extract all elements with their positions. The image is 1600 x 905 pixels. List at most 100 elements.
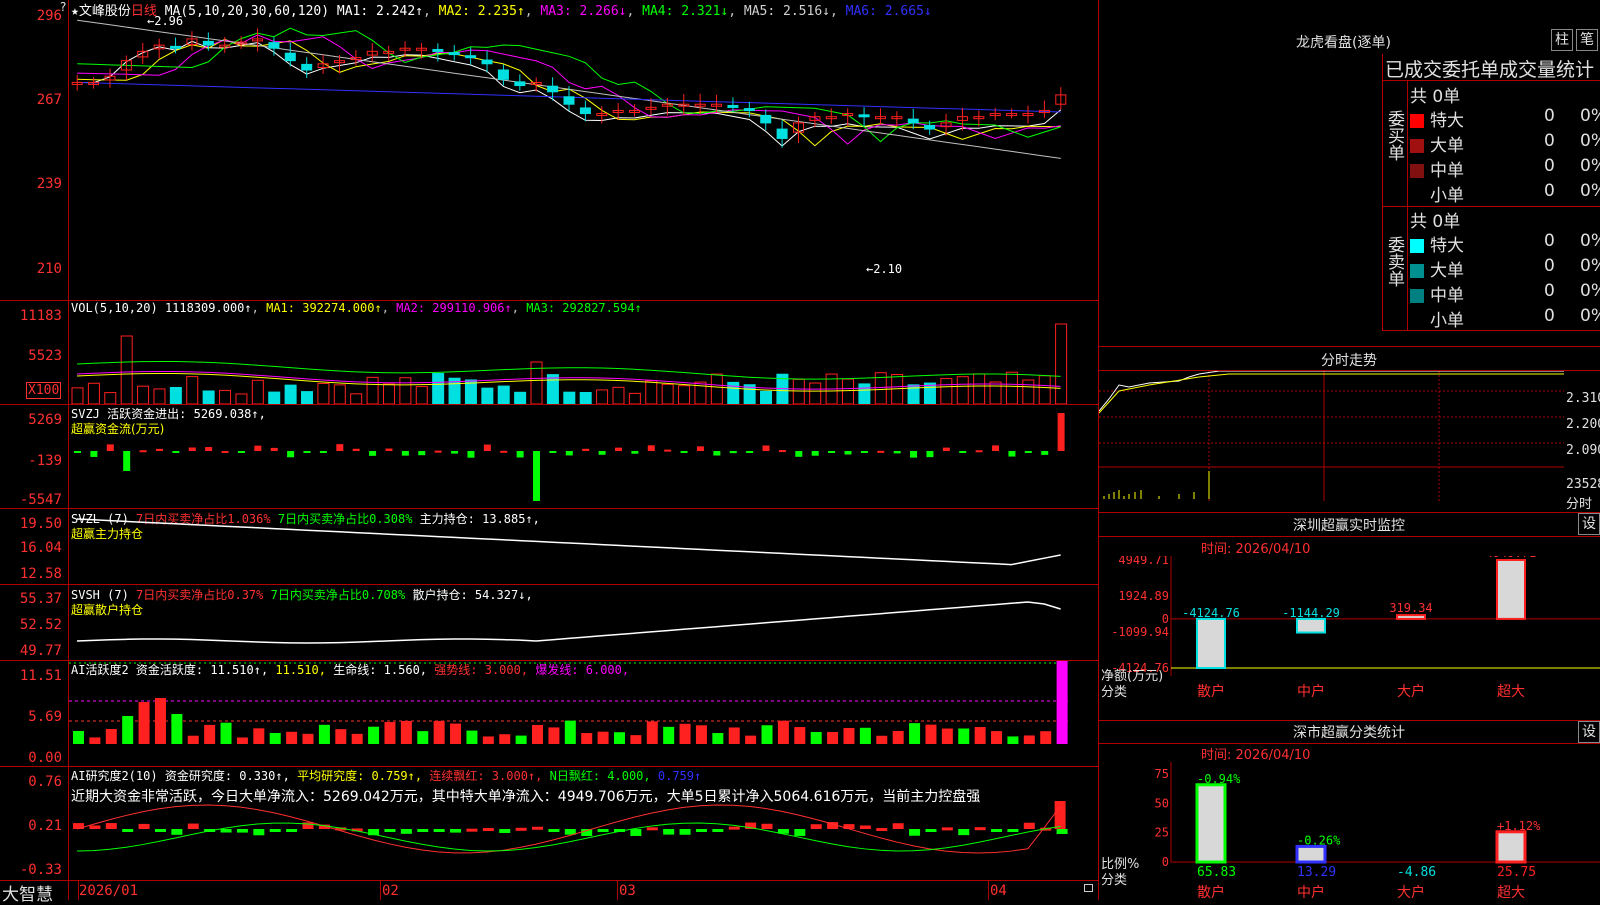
research-bar	[515, 827, 527, 831]
candle-body	[743, 108, 755, 112]
volume-bar	[301, 391, 314, 404]
volume-chart[interactable]	[69, 314, 1098, 404]
svzj-axis-label: 5269	[28, 412, 62, 428]
order-count: 0	[1544, 306, 1555, 326]
volume-bar	[169, 386, 182, 404]
candle-body	[776, 128, 788, 139]
flow-bar	[533, 451, 541, 501]
order-pct: 0%	[1580, 231, 1600, 251]
research-chart[interactable]	[69, 767, 1098, 880]
order-count: 0	[1544, 256, 1555, 276]
active-bar	[581, 733, 593, 744]
active-bar	[532, 724, 544, 744]
candle-body	[170, 45, 182, 49]
szmon-settings-button[interactable]: 设	[1578, 513, 1600, 535]
volume-bar	[612, 386, 625, 404]
flow-bar	[500, 450, 508, 453]
research-bar	[843, 824, 855, 829]
flow-bar	[680, 451, 688, 453]
flow-bar	[1057, 413, 1065, 451]
research-bar	[122, 829, 134, 832]
svzl-chart[interactable]	[69, 509, 1098, 584]
flow-bar	[614, 447, 622, 451]
szcls-value-label: 13.29	[1297, 865, 1336, 880]
order-size-label: 小单	[1430, 311, 1464, 331]
flow-bar	[582, 448, 590, 451]
research-bar	[1054, 801, 1066, 829]
intraday-chart[interactable]	[1099, 371, 1564, 509]
svsh-axis-label: 49.77	[19, 643, 62, 659]
svsh-chart[interactable]	[69, 585, 1098, 660]
active-bar	[892, 730, 904, 744]
candle-body	[432, 48, 444, 52]
candle-body	[858, 114, 870, 118]
volume-bar	[1038, 375, 1051, 404]
volume-bar	[153, 388, 166, 404]
active-bar	[646, 721, 658, 744]
szcls-unit2: 分类	[1101, 873, 1127, 888]
corner-arrow-icon[interactable]: ?	[60, 0, 66, 14]
active-bar	[400, 720, 412, 744]
research-bar	[433, 829, 445, 832]
svzj-chart[interactable]	[69, 405, 1098, 508]
research-bar	[810, 824, 822, 829]
date-tick	[988, 880, 989, 900]
flow-bar	[418, 451, 426, 456]
szmon-unit2: 分类	[1101, 685, 1127, 700]
svsh-axis-label: 55.37	[19, 591, 62, 607]
flow-bar	[123, 451, 131, 471]
volume-bar	[645, 380, 658, 404]
volume-bar	[71, 387, 84, 404]
flow-bar	[811, 451, 819, 456]
szcls-chart[interactable]: 75 50 25 0 -0.94% 65.83 散户 -0.26% 13.29 中户 -4.86 大户…	[1099, 762, 1600, 900]
volume-bar	[399, 377, 412, 404]
lhkp-title: 龙虎看盘(逐单)	[1296, 35, 1391, 51]
order-pct: 0%	[1580, 156, 1600, 176]
price-axis-label: 296	[36, 8, 62, 24]
research-bar	[105, 823, 117, 829]
flow-bar	[237, 451, 245, 453]
date-label: 2026/01	[79, 883, 139, 899]
volume-bar	[973, 373, 986, 404]
active-bar	[368, 726, 380, 744]
lock-icon[interactable]	[1084, 884, 1093, 892]
szcls-change-label: -0.94%	[1197, 772, 1241, 786]
active-chart[interactable]	[69, 661, 1098, 766]
flow-bar	[467, 451, 475, 458]
volume-bar	[497, 385, 510, 404]
flow-bar	[696, 446, 704, 451]
szmon-time: 时间: 2026/04/10	[1201, 542, 1311, 557]
active-bar	[663, 726, 675, 744]
intraday-top	[1098, 346, 1600, 347]
active-bar	[761, 725, 773, 744]
szcls-bar	[1295, 844, 1327, 864]
research-bar	[253, 829, 265, 836]
candle-body	[202, 40, 214, 46]
volume-bar	[415, 386, 428, 404]
szmon-category: 散户	[1197, 683, 1225, 700]
date-label: 04	[990, 883, 1007, 899]
active-bar	[73, 730, 84, 744]
research-bar	[859, 825, 871, 829]
flow-bar	[664, 449, 672, 452]
sep-7	[0, 880, 1098, 881]
research-axis-label: 0.76	[28, 774, 62, 790]
svzj-axis-label: -5547	[19, 492, 62, 508]
research-bar	[630, 829, 642, 836]
research-bar	[532, 826, 544, 830]
research-bar	[466, 828, 478, 832]
szcls-bar	[1495, 830, 1527, 864]
order-pct: 0%	[1580, 181, 1600, 201]
szcls-settings-button[interactable]: 设	[1578, 721, 1600, 743]
volume-ma-line	[76, 360, 1061, 380]
research-bar	[1023, 822, 1035, 829]
order-size-label: 中单	[1430, 286, 1464, 306]
volume-bar	[596, 389, 609, 404]
active-axis-label: 5.69	[28, 709, 62, 725]
price-chart[interactable]	[69, 14, 1098, 300]
bi-button[interactable]: 笔	[1576, 29, 1598, 51]
zhu-button[interactable]: 柱	[1551, 29, 1573, 51]
research-bar	[482, 828, 494, 832]
szmon-chart[interactable]: 4949.711924.890-1099.94-4124.76-4124.76散…	[1099, 556, 1600, 718]
research-bar	[876, 828, 888, 832]
